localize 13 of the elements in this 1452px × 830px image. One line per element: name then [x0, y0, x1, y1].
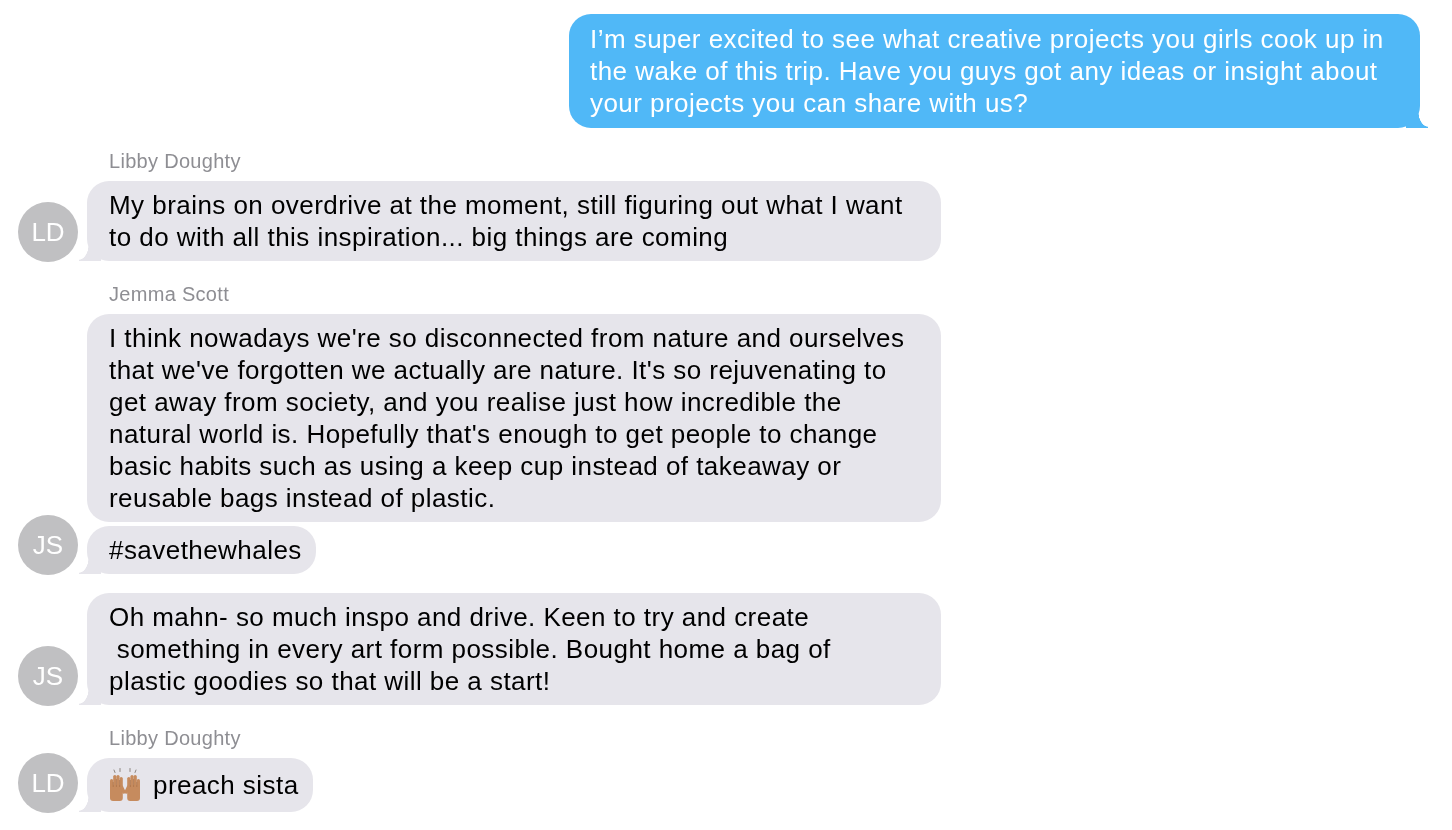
sender-name: Jemma Scott [109, 282, 229, 306]
message-text: My brains on overdrive at the moment, still figuring out what I want to do with all this inspiration... big things are coming [109, 189, 903, 253]
sender-name: Libby Doughty [109, 726, 241, 750]
avatar: LD [18, 753, 78, 813]
message-text: I’m super excited to see what creative projects you girls cook up in the wake of this trip. Have you guys got any ideas or insight about your projects you can share with us? [590, 23, 1384, 119]
avatar: JS [18, 646, 78, 706]
message-text: Oh mahn- so much inspo and drive. Keen to try and create something in every art form possible. Bought home a bag of plastic goodies so that will be a start! [109, 601, 831, 697]
avatar: LD [18, 202, 78, 262]
message-text: I think nowadays we're so disconnected from nature and ourselves that we've forgotten we actually are nature. It's so rejuvenating to get away from society, and you realise just how incredible the natural world is. Hopefully that's enough to get people to change basic habits such as using a keep cup instead of takeaway or reusable bags instead of plastic. [109, 322, 905, 514]
message-text: preach sista [153, 769, 299, 801]
avatar: JS [18, 515, 78, 575]
sender-name: Libby Doughty [109, 149, 241, 173]
message-text: #savethewhales [109, 534, 302, 566]
